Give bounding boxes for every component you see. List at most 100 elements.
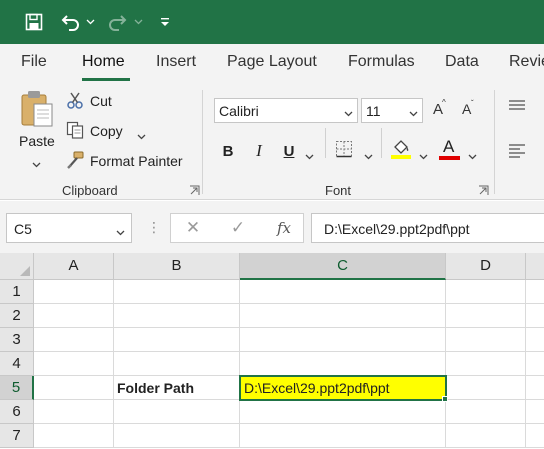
grid-cell[interactable] — [526, 328, 544, 352]
grid-cell[interactable] — [526, 376, 544, 400]
copy-icon[interactable] — [66, 121, 84, 142]
grid-cell[interactable] — [114, 304, 240, 328]
grid-cell[interactable] — [446, 352, 526, 376]
grid-cell[interactable] — [526, 352, 544, 376]
undo-icon[interactable] — [58, 9, 82, 35]
caret-down-icon: ˇ — [471, 99, 474, 108]
name-box[interactable]: C5 — [6, 213, 132, 243]
font-launcher-icon[interactable] — [478, 184, 489, 195]
select-all-button[interactable] — [0, 253, 34, 280]
format-painter-button[interactable]: Format Painter — [90, 153, 183, 169]
column-header-e[interactable] — [526, 253, 544, 280]
row-header-7[interactable]: 7 — [0, 424, 34, 448]
grid-cell[interactable] — [526, 400, 544, 424]
tab-data[interactable]: Data — [445, 44, 479, 82]
grid-cell[interactable] — [526, 424, 544, 448]
row-header-6[interactable]: 6 — [0, 400, 34, 424]
grid-cell[interactable] — [34, 280, 114, 304]
grid-cell[interactable] — [34, 424, 114, 448]
grid-cell[interactable] — [526, 280, 544, 304]
tab-file[interactable]: File — [21, 44, 47, 82]
format-painter-icon[interactable] — [66, 151, 84, 172]
grid-cell[interactable] — [114, 400, 240, 424]
align-left-icon[interactable] — [508, 144, 526, 161]
grid-cell[interactable] — [240, 304, 446, 328]
bold-button[interactable]: B — [219, 140, 237, 162]
cut-button[interactable]: Cut — [90, 93, 112, 109]
redo-icon[interactable] — [106, 9, 130, 35]
formula-bar-splitter-icon[interactable]: ⋮ — [147, 219, 161, 236]
fill-color-dropdown-icon[interactable] — [419, 148, 428, 163]
row-header-4[interactable]: 4 — [0, 352, 34, 376]
grid-cell[interactable] — [34, 328, 114, 352]
redo-dropdown-icon[interactable] — [132, 9, 144, 35]
fill-color-icon[interactable] — [390, 138, 412, 163]
shrink-font-button[interactable]: A ˇ — [462, 99, 478, 121]
grid-cell[interactable] — [446, 376, 526, 400]
grid-cell[interactable] — [114, 280, 240, 304]
font-size-combo[interactable]: 11 — [361, 98, 423, 123]
grid-cell[interactable] — [34, 376, 114, 400]
enter-icon[interactable]: ✓ — [227, 214, 249, 242]
grid-cell[interactable] — [114, 328, 240, 352]
italic-button[interactable]: I — [250, 140, 268, 162]
font-color-dropdown-icon[interactable] — [468, 148, 477, 163]
insert-function-icon[interactable]: fx — [272, 214, 296, 242]
grid-cell[interactable] — [446, 280, 526, 304]
font-color-button[interactable]: A — [438, 137, 462, 161]
cell-b5[interactable]: Folder Path — [117, 379, 194, 397]
tab-review[interactable]: Revie — [509, 44, 544, 82]
underline-button[interactable]: U — [280, 140, 298, 162]
grid-cell[interactable] — [446, 304, 526, 328]
grid-cell[interactable] — [240, 400, 446, 424]
row-header-5[interactable]: 5 — [0, 376, 34, 400]
row-header-2[interactable]: 2 — [0, 304, 34, 328]
grid-cell[interactable] — [446, 400, 526, 424]
cancel-icon[interactable]: ✕ — [182, 214, 204, 242]
tab-page-layout[interactable]: Page Layout — [227, 44, 317, 82]
worksheet-grid: A B C D 1 2 3 4 5 6 7 Folder Path D:\Exc… — [0, 253, 544, 449]
grid-cell[interactable] — [240, 328, 446, 352]
cut-icon[interactable] — [66, 91, 84, 112]
grid-cell[interactable] — [240, 352, 446, 376]
column-header-a[interactable]: A — [34, 253, 114, 280]
tab-formulas[interactable]: Formulas — [348, 44, 415, 82]
grid-cell[interactable] — [34, 352, 114, 376]
fill-handle[interactable] — [442, 396, 448, 402]
paste-button[interactable]: Paste — [19, 133, 55, 149]
grid-cell[interactable] — [240, 424, 446, 448]
grid-cell[interactable] — [526, 304, 544, 328]
grid-cell[interactable] — [446, 328, 526, 352]
undo-dropdown-icon[interactable] — [84, 9, 96, 35]
borders-icon[interactable] — [335, 140, 353, 161]
font-name-combo[interactable]: Calibri — [214, 98, 358, 123]
paste-icon[interactable] — [20, 90, 56, 130]
grid-cell[interactable] — [114, 424, 240, 448]
tab-home[interactable]: Home — [82, 44, 125, 82]
grid-cell[interactable] — [446, 424, 526, 448]
tab-insert[interactable]: Insert — [156, 44, 196, 82]
align-top-icon[interactable] — [508, 100, 526, 115]
column-header-b[interactable]: B — [114, 253, 240, 280]
column-header-d[interactable]: D — [446, 253, 526, 280]
grow-font-button[interactable]: A ^ — [433, 98, 449, 121]
active-tab-indicator — [82, 78, 130, 81]
formula-input[interactable]: D:\Excel\29.ppt2pdf\ppt — [311, 213, 544, 243]
copy-button[interactable]: Copy — [90, 123, 123, 139]
borders-dropdown-icon[interactable] — [364, 148, 373, 163]
separator — [381, 128, 382, 158]
copy-dropdown-icon[interactable] — [137, 128, 146, 143]
column-header-c[interactable]: C — [240, 253, 446, 280]
row-header-1[interactable]: 1 — [0, 280, 34, 304]
grid-cell[interactable] — [240, 280, 446, 304]
grid-cell[interactable] — [114, 352, 240, 376]
chevron-down-icon — [409, 105, 418, 120]
grid-cell[interactable] — [34, 400, 114, 424]
grid-cell[interactable] — [34, 304, 114, 328]
save-icon[interactable] — [22, 9, 46, 35]
row-header-3[interactable]: 3 — [0, 328, 34, 352]
customize-quick-access-icon[interactable] — [158, 9, 172, 35]
clipboard-launcher-icon[interactable] — [189, 184, 200, 195]
paste-dropdown-icon[interactable] — [32, 156, 41, 171]
underline-dropdown-icon[interactable] — [305, 148, 314, 163]
